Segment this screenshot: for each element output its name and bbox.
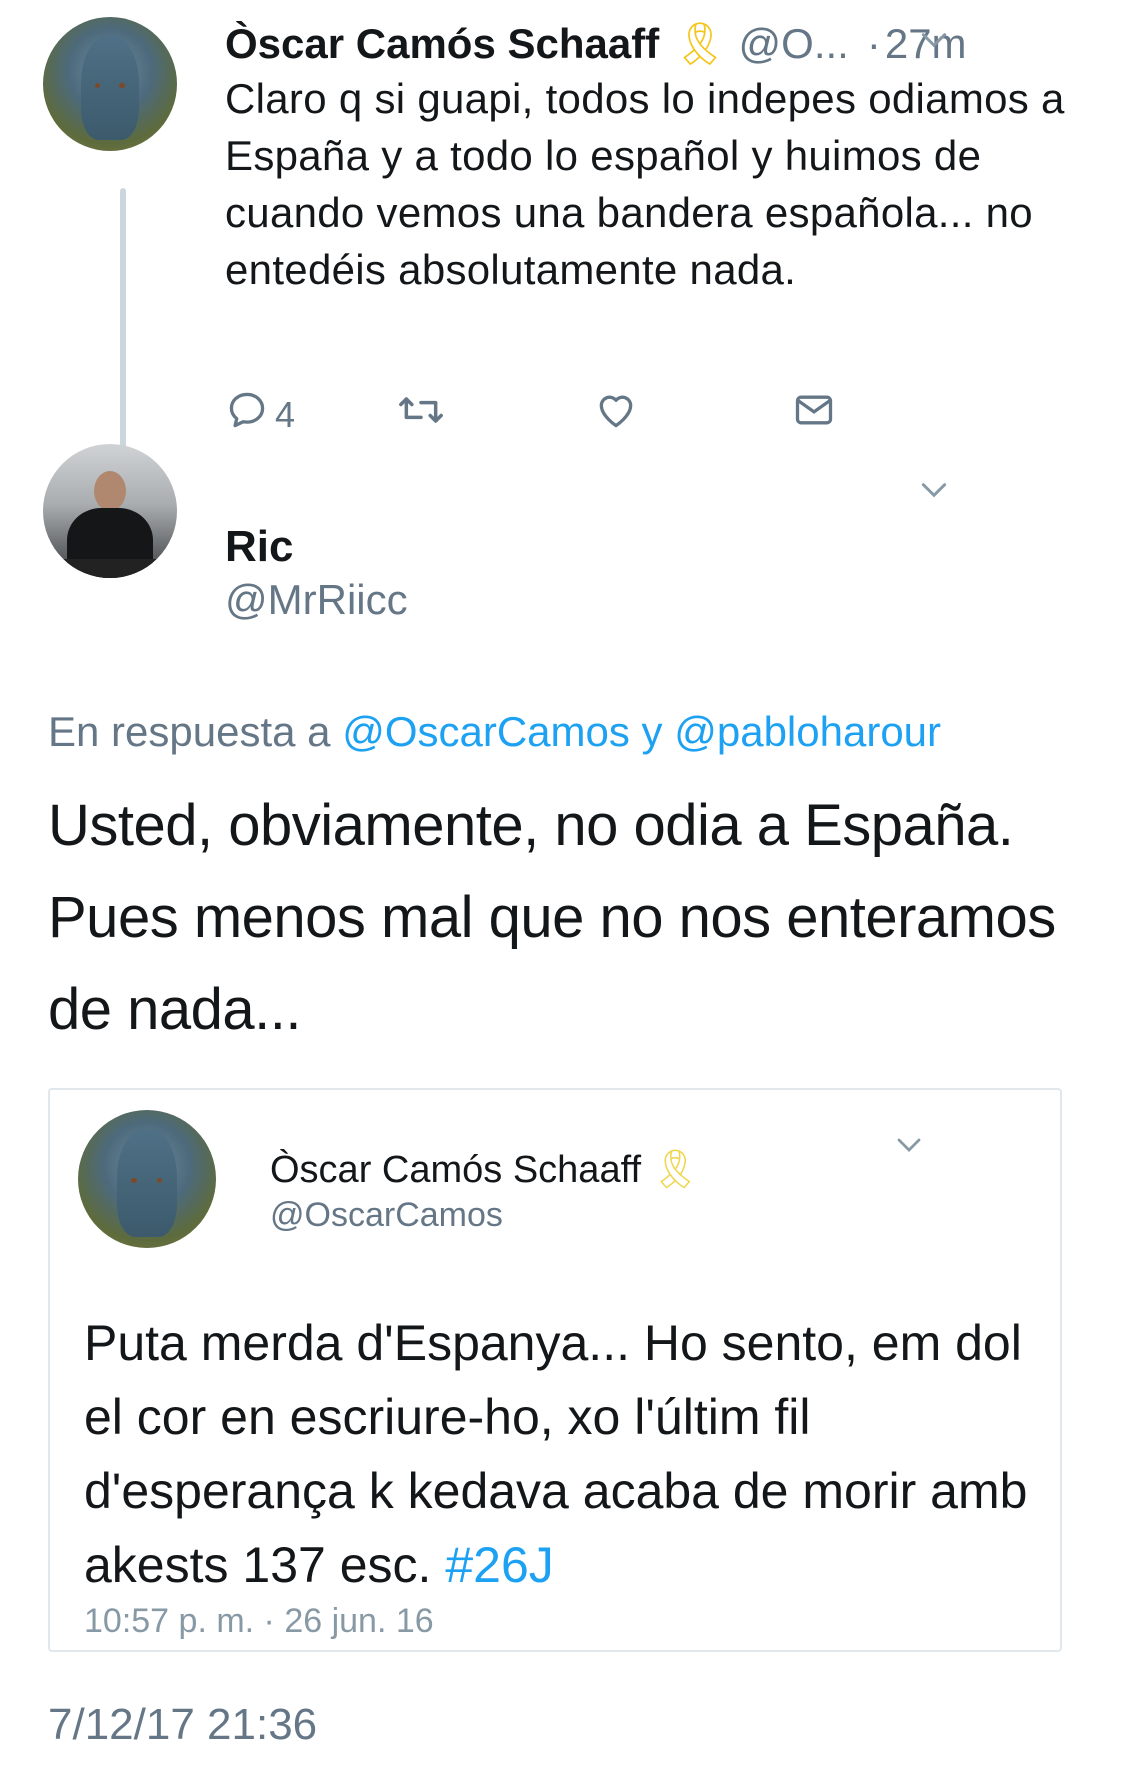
avatar-ric[interactable] xyxy=(43,444,177,578)
avatar-oscar[interactable] xyxy=(43,17,177,151)
avatar-figure xyxy=(80,35,140,141)
chevron-down-icon[interactable] xyxy=(918,474,950,511)
quoted-author-handle: @OscarCamos xyxy=(270,1196,503,1234)
replying-to-conjunction: y xyxy=(641,708,663,755)
avatar-oscar xyxy=(78,1110,216,1248)
replying-to-label: En respuesta a xyxy=(48,708,331,755)
reply-button[interactable]: 4 xyxy=(225,388,295,441)
quoted-tweet-card[interactable]: Òscar Camós Schaaff 🎗 @OscarCamos Puta me… xyxy=(48,1088,1062,1652)
avatar-eye xyxy=(156,1177,163,1184)
like-button[interactable] xyxy=(593,388,639,441)
retweet-icon xyxy=(395,388,447,441)
dm-icon xyxy=(791,388,837,441)
author-handle[interactable]: @O... xyxy=(739,20,849,68)
quoted-timestamp: 10:57 p. m. · 26 jun. 16 xyxy=(84,1602,434,1640)
parent-tweet-header: Òscar Camós Schaaff 🎗 @O... · 27m xyxy=(225,16,967,72)
quoted-tweet-text: Puta merda d'Espanya... Ho sento, em dol… xyxy=(84,1306,1044,1602)
mention-link[interactable]: @pabloharour xyxy=(674,708,941,755)
time-separator: · xyxy=(866,20,881,67)
reply-icon xyxy=(225,388,269,441)
quoted-text: Puta merda d'Espanya... Ho sento, em dol… xyxy=(84,1315,1028,1593)
retweet-button[interactable] xyxy=(395,388,447,441)
tweet-timestamp[interactable]: 7/12/17 21:36 xyxy=(48,1700,317,1750)
avatar-desk xyxy=(43,559,177,578)
author-name[interactable]: Òscar Camós Schaaff xyxy=(225,20,659,68)
yellow-ribbon-icon: 🎗 xyxy=(673,19,727,67)
chevron-down-icon[interactable] xyxy=(918,24,950,61)
hashtag-link: #26J xyxy=(445,1537,554,1593)
main-tweet-text: Usted, obviamente, no odia a España. Pue… xyxy=(48,793,1056,1042)
author-handle[interactable]: @MrRiicc xyxy=(225,576,408,624)
quoted-author-name: Òscar Camós Schaaff 🎗 xyxy=(270,1148,699,1192)
dm-button[interactable] xyxy=(791,388,837,441)
replying-to: En respuesta a @OscarCamos y @pabloharou… xyxy=(48,708,941,756)
quoted-author-name-text: Òscar Camós Schaaff xyxy=(270,1149,642,1191)
chevron-down-icon xyxy=(894,1130,924,1165)
yellow-ribbon-icon: 🎗 xyxy=(651,1149,700,1191)
avatar-eye xyxy=(119,82,125,88)
mention-link[interactable]: @OscarCamos xyxy=(342,708,630,755)
like-icon xyxy=(593,388,639,441)
author-name[interactable]: Ric xyxy=(225,522,293,572)
avatar-eye xyxy=(131,1177,137,1184)
avatar-figure xyxy=(116,1129,178,1237)
avatar-eye xyxy=(94,82,100,88)
reply-count: 4 xyxy=(275,393,296,435)
parent-tweet-text: Claro q si guapi, todos lo indepes odiam… xyxy=(225,75,1065,293)
tweet-actions: 4 xyxy=(225,388,985,448)
avatar-figure-head xyxy=(93,470,127,511)
